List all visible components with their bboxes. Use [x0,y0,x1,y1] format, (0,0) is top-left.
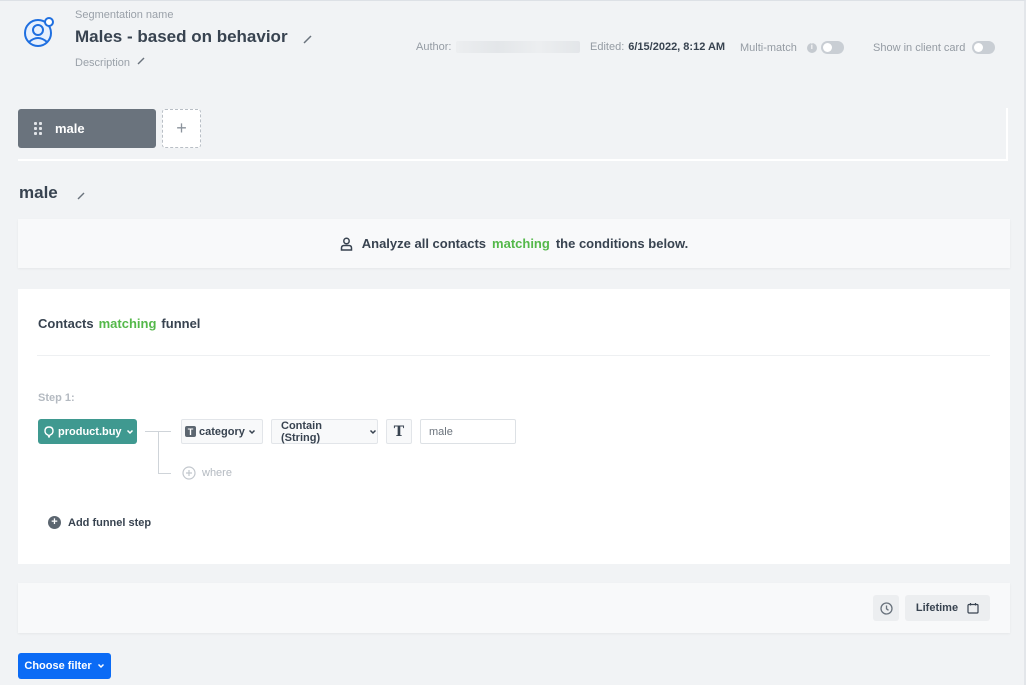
edit-condition-title-icon[interactable] [76,188,87,200]
event-icon [44,425,54,438]
drag-handle-icon[interactable] [34,122,42,135]
show-in-client-card-setting: Show in client card [873,41,996,54]
funnel-title-suffix: funnel [161,316,201,331]
multi-match-setting: Multi-match i [740,41,844,54]
parameter-select[interactable]: T category [181,419,263,444]
segmentation-title[interactable]: Males - based on behavior [75,27,288,47]
choose-filter-label: Choose filter [24,660,92,672]
chevron-down-icon [248,429,255,434]
add-condition-tab-button[interactable]: + [162,109,201,148]
author-info: Author: [416,41,581,53]
date-range-button[interactable]: Lifetime [905,595,990,621]
step-label: Step 1: [38,392,75,404]
text-type-icon: T [393,423,405,440]
event-select[interactable]: product.buy [38,419,137,444]
multi-match-toggle[interactable] [820,41,844,54]
calendar-icon [967,603,979,614]
edited-label: Edited: [590,41,625,53]
funnel-title: Contacts matching funnel [38,316,200,331]
description-label: Description [75,56,131,69]
value-input[interactable] [420,419,516,444]
funnel-title-prefix: Contacts [38,316,94,331]
analyze-banner: Analyze all contacts matching the condit… [18,219,1010,268]
description-field[interactable]: Description [75,56,146,69]
add-funnel-step-label: Add funnel step [68,516,152,529]
divider [37,355,990,356]
choose-filter-button[interactable]: Choose filter [18,653,111,679]
plus-circle-icon: + [48,516,61,529]
plus-circle-icon [182,466,196,480]
tab-condition-male[interactable]: male [18,109,156,148]
chevron-down-icon [369,429,377,434]
author-label: Author: [416,41,452,53]
connector-line [158,473,171,474]
author-value-placeholder [456,41,581,53]
text-type-icon: T [185,426,196,437]
add-funnel-step-button[interactable]: + Add funnel step [48,516,151,529]
add-where-button[interactable]: where [182,466,232,480]
edited-info: Edited: 6/15/2022, 8:12 AM [590,41,725,53]
operator-label: Contain (String) [281,419,322,444]
info-icon[interactable]: i [806,42,817,53]
time-mode-button[interactable] [873,595,899,621]
chevron-down-icon [97,663,104,669]
edit-description-icon[interactable] [136,56,146,69]
banner-prefix: Analyze all contacts [361,236,487,251]
connector-line [158,431,159,474]
value-type-button[interactable]: T [386,419,412,444]
parameter-label: category [199,425,245,438]
person-icon [340,237,352,251]
banner-highlight: matching [492,236,550,251]
multi-match-label: Multi-match [740,41,797,54]
where-label: where [202,467,232,479]
show-in-client-card-toggle[interactable] [972,41,996,54]
show-in-client-card-label: Show in client card [873,41,966,54]
segmentation-icon [22,15,56,49]
clock-icon [879,601,893,615]
banner-suffix: the conditions below. [555,236,689,251]
operator-select[interactable]: Contain (String) [271,419,378,444]
time-range-card [18,583,1010,633]
edit-title-icon[interactable] [302,32,314,44]
chevron-down-icon [126,429,133,434]
funnel-title-highlight[interactable]: matching [99,316,157,331]
date-range-label: Lifetime [915,602,959,614]
segmentation-name-label: Segmentation name [75,9,174,21]
tab-label: male [55,121,85,136]
condition-title: male [19,183,58,202]
edited-value: 6/15/2022, 8:12 AM [628,41,726,53]
event-label: product.buy [58,425,122,438]
